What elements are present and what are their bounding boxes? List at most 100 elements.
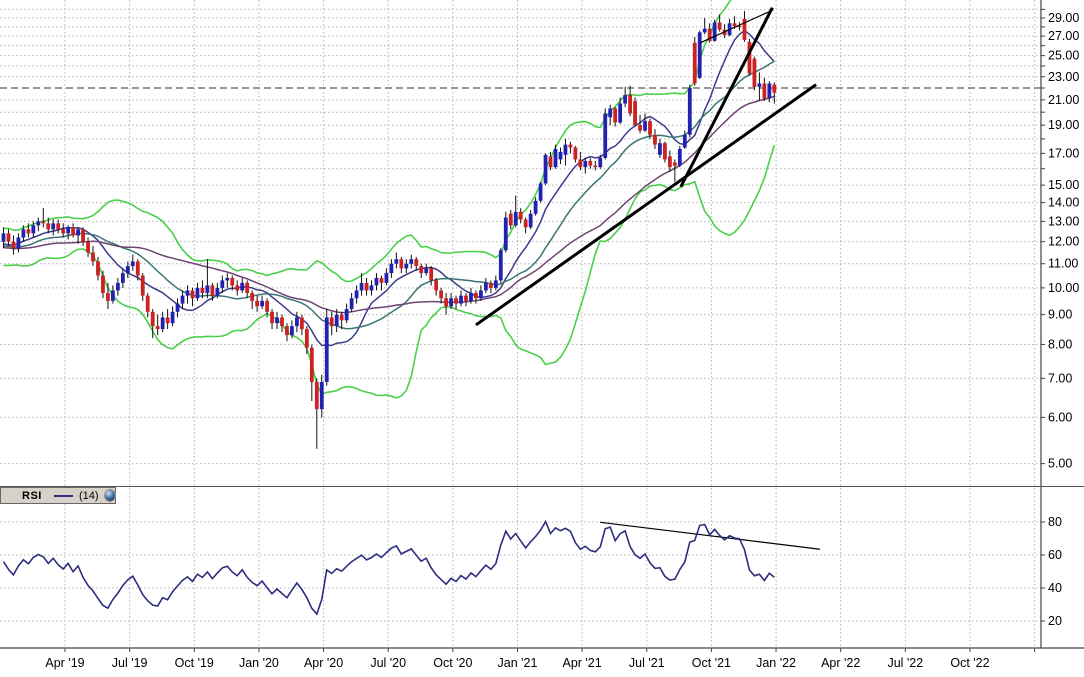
chart-canvas[interactable]: 29.00 27.00 25.00 23.00 21.00 19.00 17.00 15.00… [0, 0, 1084, 677]
price-axis-label: 5.00 [1048, 457, 1072, 471]
candle-down [464, 295, 468, 301]
candle-up [677, 148, 682, 166]
candle-up [389, 263, 394, 274]
candle-up [503, 217, 508, 251]
candle-down [210, 285, 215, 296]
candle-down [299, 317, 304, 330]
candle-down [772, 84, 777, 93]
rsi-line [2, 519, 775, 616]
panel-separator [0, 486, 1084, 487]
candle-down [270, 311, 274, 324]
candle-up [76, 229, 80, 236]
candle-down [633, 101, 637, 126]
candle-down [101, 275, 105, 294]
time-axis-label: Apr '20 [304, 656, 343, 670]
candle-down [6, 233, 11, 242]
candle-up [275, 317, 279, 324]
candle-down [145, 295, 150, 312]
candle-down [309, 347, 314, 382]
rsi-settings-globe-icon[interactable] [104, 490, 115, 501]
candle-down [140, 275, 145, 296]
rsi-trendline[interactable] [600, 521, 821, 550]
price-axis-label: 21.00 [1048, 93, 1079, 107]
candle-up [295, 317, 299, 327]
gridlines [0, 0, 1041, 648]
candle-down [762, 83, 767, 99]
candle-down [304, 329, 309, 348]
rsi-legend-box[interactable]: RSI (14) [0, 487, 116, 504]
candle-down [106, 293, 110, 301]
candle-down [399, 259, 404, 269]
candle-up [324, 317, 329, 382]
candle-down [280, 317, 284, 327]
candle-up [608, 108, 613, 118]
candle-down [200, 287, 205, 294]
price-axis-label: 12.00 [1048, 235, 1079, 249]
candle-down [414, 259, 419, 267]
candle-up [658, 143, 662, 155]
candle-down [265, 300, 269, 312]
time-axis-label: Jul '19 [112, 656, 148, 670]
candle-down [245, 282, 250, 294]
candle-up [111, 290, 115, 301]
price-axis-label: 7.00 [1048, 371, 1072, 385]
rsi-line-swatch [53, 494, 73, 497]
candle-up [120, 273, 125, 283]
candle-up [618, 103, 623, 123]
candle-up [215, 287, 220, 296]
candle-up [682, 134, 687, 148]
price-trendline[interactable] [679, 7, 774, 188]
candle-up [598, 157, 603, 168]
candle-up [36, 221, 41, 226]
candle-up [563, 144, 568, 155]
rsi-axis-label: 80 [1048, 515, 1062, 529]
candle-up [260, 300, 264, 307]
price-axis-label: 8.00 [1048, 337, 1072, 351]
candle-up [185, 290, 190, 296]
candle-up [493, 280, 498, 288]
candle-up [469, 293, 473, 301]
candle-down [667, 156, 672, 168]
candle-up [702, 28, 707, 33]
candle-down [364, 282, 369, 291]
candle-down [135, 261, 140, 276]
candle-up [220, 280, 225, 288]
price-trendline[interactable] [475, 83, 817, 327]
stock-chart-window: 29.00 27.00 25.00 23.00 21.00 19.00 17.00 15.00… [0, 0, 1084, 677]
bollinger-upper-band [3, 0, 732, 283]
candle-up [51, 223, 56, 230]
candle-up [513, 211, 518, 226]
time-axis-label: Jul '21 [629, 656, 665, 670]
candle-up [623, 95, 628, 104]
candle-down [488, 282, 493, 288]
price-axis-label: 6.00 [1048, 410, 1072, 424]
time-axis-label: Jul '20 [370, 656, 406, 670]
candle-down [593, 165, 598, 168]
price-axis-label: 27.00 [1048, 29, 1079, 43]
candle-down [717, 22, 722, 30]
time-axis-label: Oct '20 [433, 656, 472, 670]
candle-up [349, 298, 354, 310]
candle-up [344, 309, 349, 321]
time-axis-label: Oct '21 [692, 656, 731, 670]
candle-up [483, 282, 488, 291]
candle-down [439, 290, 444, 299]
price-axis-label: 17.00 [1048, 146, 1079, 160]
candle-up [175, 303, 180, 312]
candle-up [449, 298, 453, 307]
candle-down [71, 227, 76, 236]
candle-up [479, 290, 483, 299]
price-axis-label: 23.00 [1048, 70, 1079, 84]
candle-up [1, 233, 6, 242]
price-axis-label: 11.00 [1048, 257, 1078, 271]
candle-down [638, 125, 642, 131]
rsi-indicator-label: RSI [22, 489, 42, 502]
candle-up [404, 263, 409, 269]
price-axis-label: 14.00 [1048, 196, 1079, 210]
candle-up [160, 317, 165, 330]
candle-down [518, 211, 523, 220]
candle-up [558, 151, 563, 160]
sma-fast-line [3, 29, 775, 347]
candle-down [190, 290, 195, 299]
candle-up [130, 261, 135, 267]
